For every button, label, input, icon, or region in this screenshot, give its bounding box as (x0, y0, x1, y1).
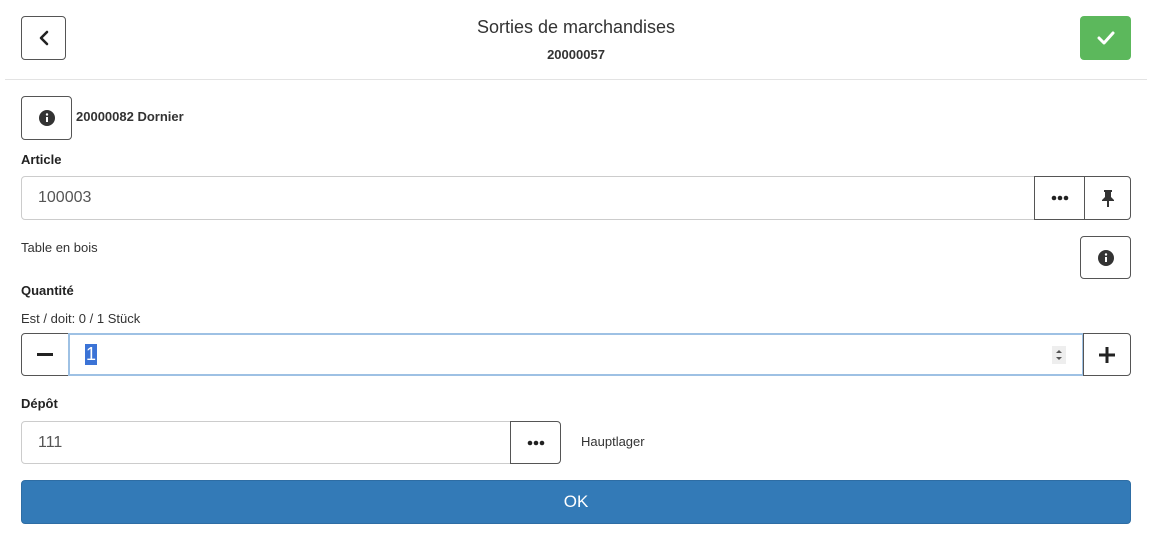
header-bar: Sorties de marchandises 20000057 (5, 0, 1147, 80)
pin-icon (1101, 190, 1114, 207)
quantity-value: 1 (85, 344, 98, 365)
quantity-decrease-button[interactable] (21, 333, 69, 376)
article-info-button[interactable] (1080, 236, 1131, 279)
ellipsis-icon (527, 440, 544, 445)
depot-label: Dépôt (21, 396, 58, 411)
quantity-increase-button[interactable] (1083, 333, 1131, 376)
ok-button[interactable]: OK (21, 480, 1131, 524)
info-icon (38, 110, 55, 126)
article-pin-button[interactable] (1084, 176, 1131, 220)
article-label: Article (21, 152, 62, 167)
depot-name: Hauptlager (581, 434, 645, 449)
article-description: Table en bois (21, 240, 98, 255)
quantity-label: Quantité (21, 283, 74, 298)
document-label: 20000082 Dornier (76, 109, 184, 124)
minus-icon (37, 352, 53, 356)
depot-lookup-button[interactable] (510, 421, 561, 464)
plus-icon (1099, 346, 1115, 363)
depot-input[interactable]: 111 (21, 421, 511, 464)
quantity-status: Est / doit: 0 / 1 Stück (21, 311, 141, 326)
spinner-arrows-icon (1056, 350, 1062, 360)
document-number: 20000057 (547, 47, 605, 62)
check-icon (1097, 31, 1114, 45)
quantity-spinner[interactable] (1052, 346, 1066, 364)
page-title: Sorties de marchandises (476, 17, 676, 37)
article-lookup-button[interactable] (1034, 176, 1085, 220)
ellipsis-icon (1051, 195, 1068, 201)
info-icon (1097, 249, 1114, 266)
confirm-button[interactable] (1080, 16, 1131, 60)
quantity-input[interactable]: 1 (68, 333, 1084, 376)
article-input[interactable]: 100003 (21, 176, 1035, 220)
document-info-button[interactable] (21, 96, 72, 140)
